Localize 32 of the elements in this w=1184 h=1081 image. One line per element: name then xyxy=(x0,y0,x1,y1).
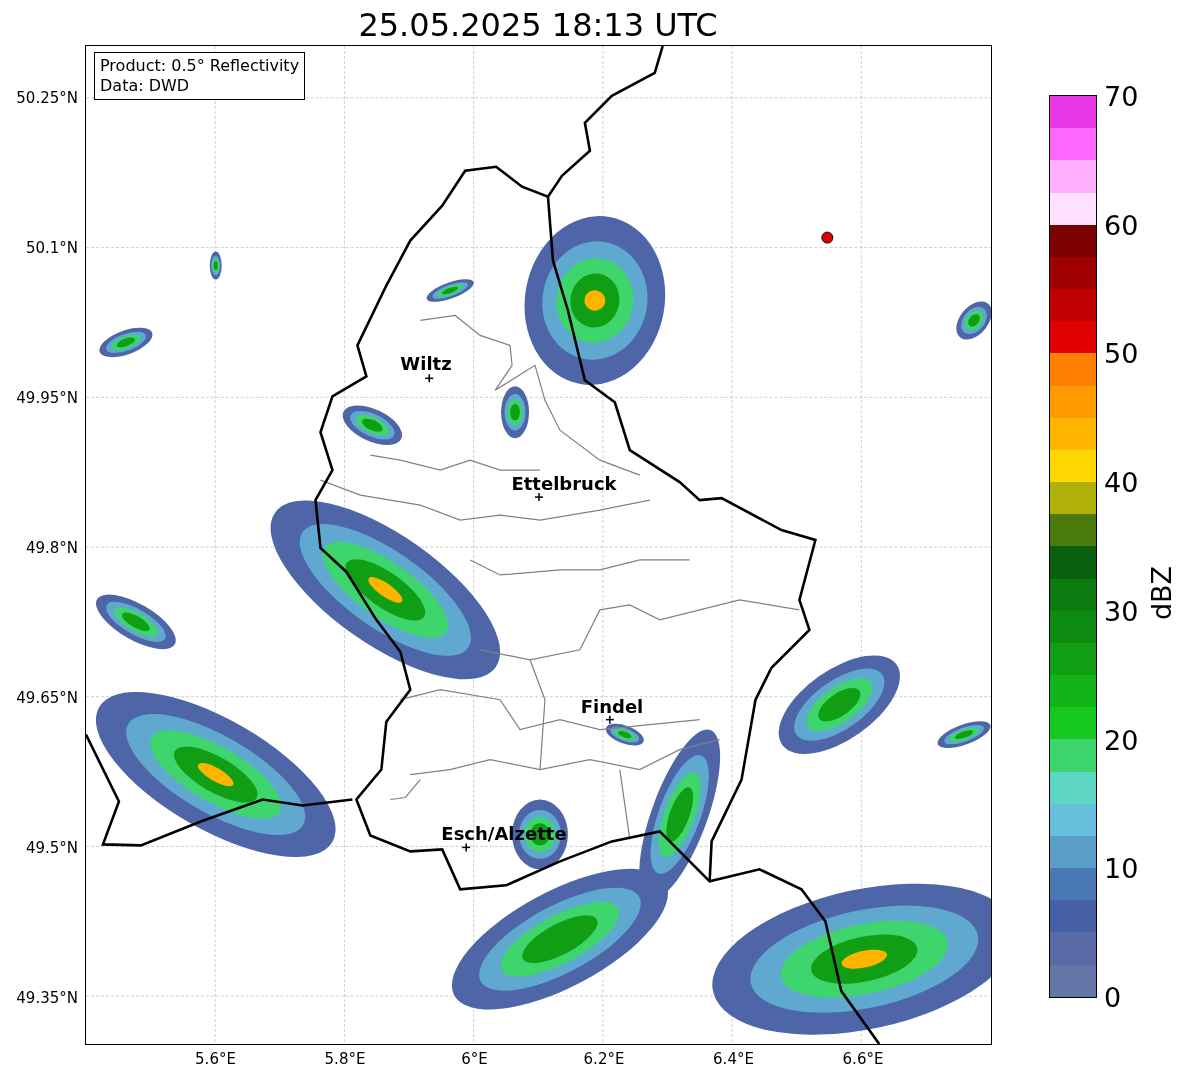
scale-tick-label: 50 xyxy=(1104,337,1139,369)
scale-tick-label: 10 xyxy=(1104,852,1139,884)
scale-tick-label: 0 xyxy=(1104,981,1122,1013)
scale-tick-label: 30 xyxy=(1104,595,1139,627)
latitude-label: 49.95°N xyxy=(16,389,78,407)
longitude-label: 5.8°E xyxy=(324,1050,366,1068)
latitude-label: 49.8°N xyxy=(25,539,78,557)
city-label: Ettelbruck xyxy=(511,472,617,494)
scale-tick-label: 70 xyxy=(1104,80,1139,112)
city-marker-icon xyxy=(461,842,471,853)
latitude-label: 49.5°N xyxy=(25,839,78,857)
longitude-label: 6°E xyxy=(461,1050,488,1068)
scale-tick-label: 40 xyxy=(1104,466,1139,498)
city-marker-icon xyxy=(605,714,615,725)
latitude-label: 49.35°N xyxy=(16,989,78,1007)
longitude-label: 6.2°E xyxy=(583,1050,625,1068)
latitude-label: 50.25°N xyxy=(16,89,78,107)
city-label: Findel xyxy=(580,695,644,717)
chart-title: 25.05.2025 18:13 UTC xyxy=(357,5,719,45)
scale-unit-label: dBZ xyxy=(1145,565,1177,621)
info-box: Product: 0.5° Reflectivity Data: DWD xyxy=(94,52,306,100)
city-marker-icon xyxy=(424,373,434,384)
scale-tick-label: 60 xyxy=(1104,209,1139,241)
longitude-label: 5.6°E xyxy=(195,1050,236,1068)
city-marker-icon xyxy=(534,492,544,502)
city-label: Wiltz xyxy=(400,352,452,374)
latitude-label: 50.1°N xyxy=(25,239,78,257)
scale-tick-label: 20 xyxy=(1104,724,1139,756)
latitude-label: 49.65°N xyxy=(16,689,78,707)
longitude-label: 6.6°E xyxy=(842,1050,884,1068)
longitude-label: 6.4°E xyxy=(713,1050,754,1068)
station-marker xyxy=(821,231,834,244)
